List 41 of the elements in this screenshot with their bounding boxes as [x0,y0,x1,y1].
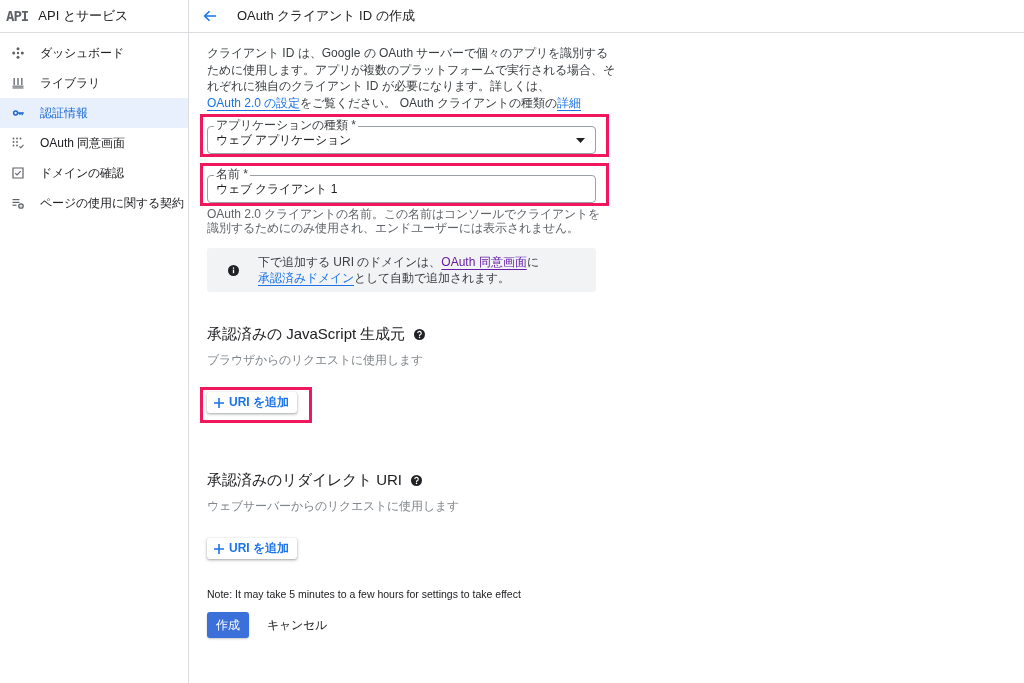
link[interactable]: OAuth 同意画面 [441,255,527,269]
sidebar-item[interactable]: ドメインの確認 [0,158,188,188]
add-uri-button[interactable]: URI を追加 [207,538,297,559]
section-subtitle: ウェブサーバーからのリクエストに使用します [207,499,459,514]
plus-icon [214,543,224,554]
help-icon[interactable] [414,328,426,340]
notice-text: 下で追加する URI のドメインは、OAuth 同意画面に 承認済みドメイン として自動で追加されます。 [258,254,540,286]
sidebar-title: API とサービス [38,8,128,24]
back-button[interactable] [202,8,218,24]
section-heading: 承認済みのリダイレクト URI [207,470,402,490]
section-subtitle: ブラウザからのリクエストに使用します [207,353,423,368]
sidebar-item[interactable]: ライブラリ [0,68,188,98]
note-text: Note: It may take 5 minutes to a few hours for settings to take effect [207,587,521,602]
dropdown-caret-icon [576,137,585,143]
page-title: OAuth クライアント ID の作成 [237,8,415,24]
helper-text: OAuth 2.0 クライアントの名前。この名前はコンソールでクライアントを識別するためにのみ使用され、エンドユーザーには表示されません。 [207,207,602,235]
plus-icon [214,397,224,408]
back-arrow-icon [203,10,217,22]
field-label: 名前 * [214,168,250,181]
sidebar-item[interactable]: OAuth 同意画面 [0,128,188,158]
link[interactable]: OAuth 2.0 の設定 [207,95,301,110]
link[interactable]: 承認済みドメイン [258,271,354,285]
key-icon [12,107,24,119]
dotted-grid-icon [12,137,24,149]
library-icon [12,77,24,89]
help-icon[interactable] [411,474,422,486]
sidebar-item[interactable]: ページの使用に関する契約 [0,188,188,218]
sidebar-item[interactable]: 認証情報 [0,98,188,128]
section-heading: 承認済みの JavaScript 生成元 [207,324,406,344]
add-uri-button[interactable]: URI を追加 [207,392,297,413]
checkbox-icon [12,167,24,179]
list-gear-icon [12,197,24,209]
intro-text: クライアント ID は、Google の OAuth サーバーで個々のアプリを識別するために使用します。アプリが複数のプラットフォームで実行される場合、それぞれに独自のクライアント ID が必要になります。詳しくは、 OAuth 2.0 の設定をご覧ください。 OAuth クライアントの種類の詳細 [207,45,616,111]
link[interactable]: 詳細 [557,95,582,110]
info-icon [228,264,239,276]
create-button[interactable]: 作成 [207,612,249,638]
field-label: アプリケーションの種類 * [214,119,358,132]
sidebar-item[interactable]: ダッシュボード [0,38,188,68]
api-logo: API [6,8,29,24]
cancel-button[interactable]: キャンセル [259,612,335,638]
dashboard-icon [12,47,24,59]
